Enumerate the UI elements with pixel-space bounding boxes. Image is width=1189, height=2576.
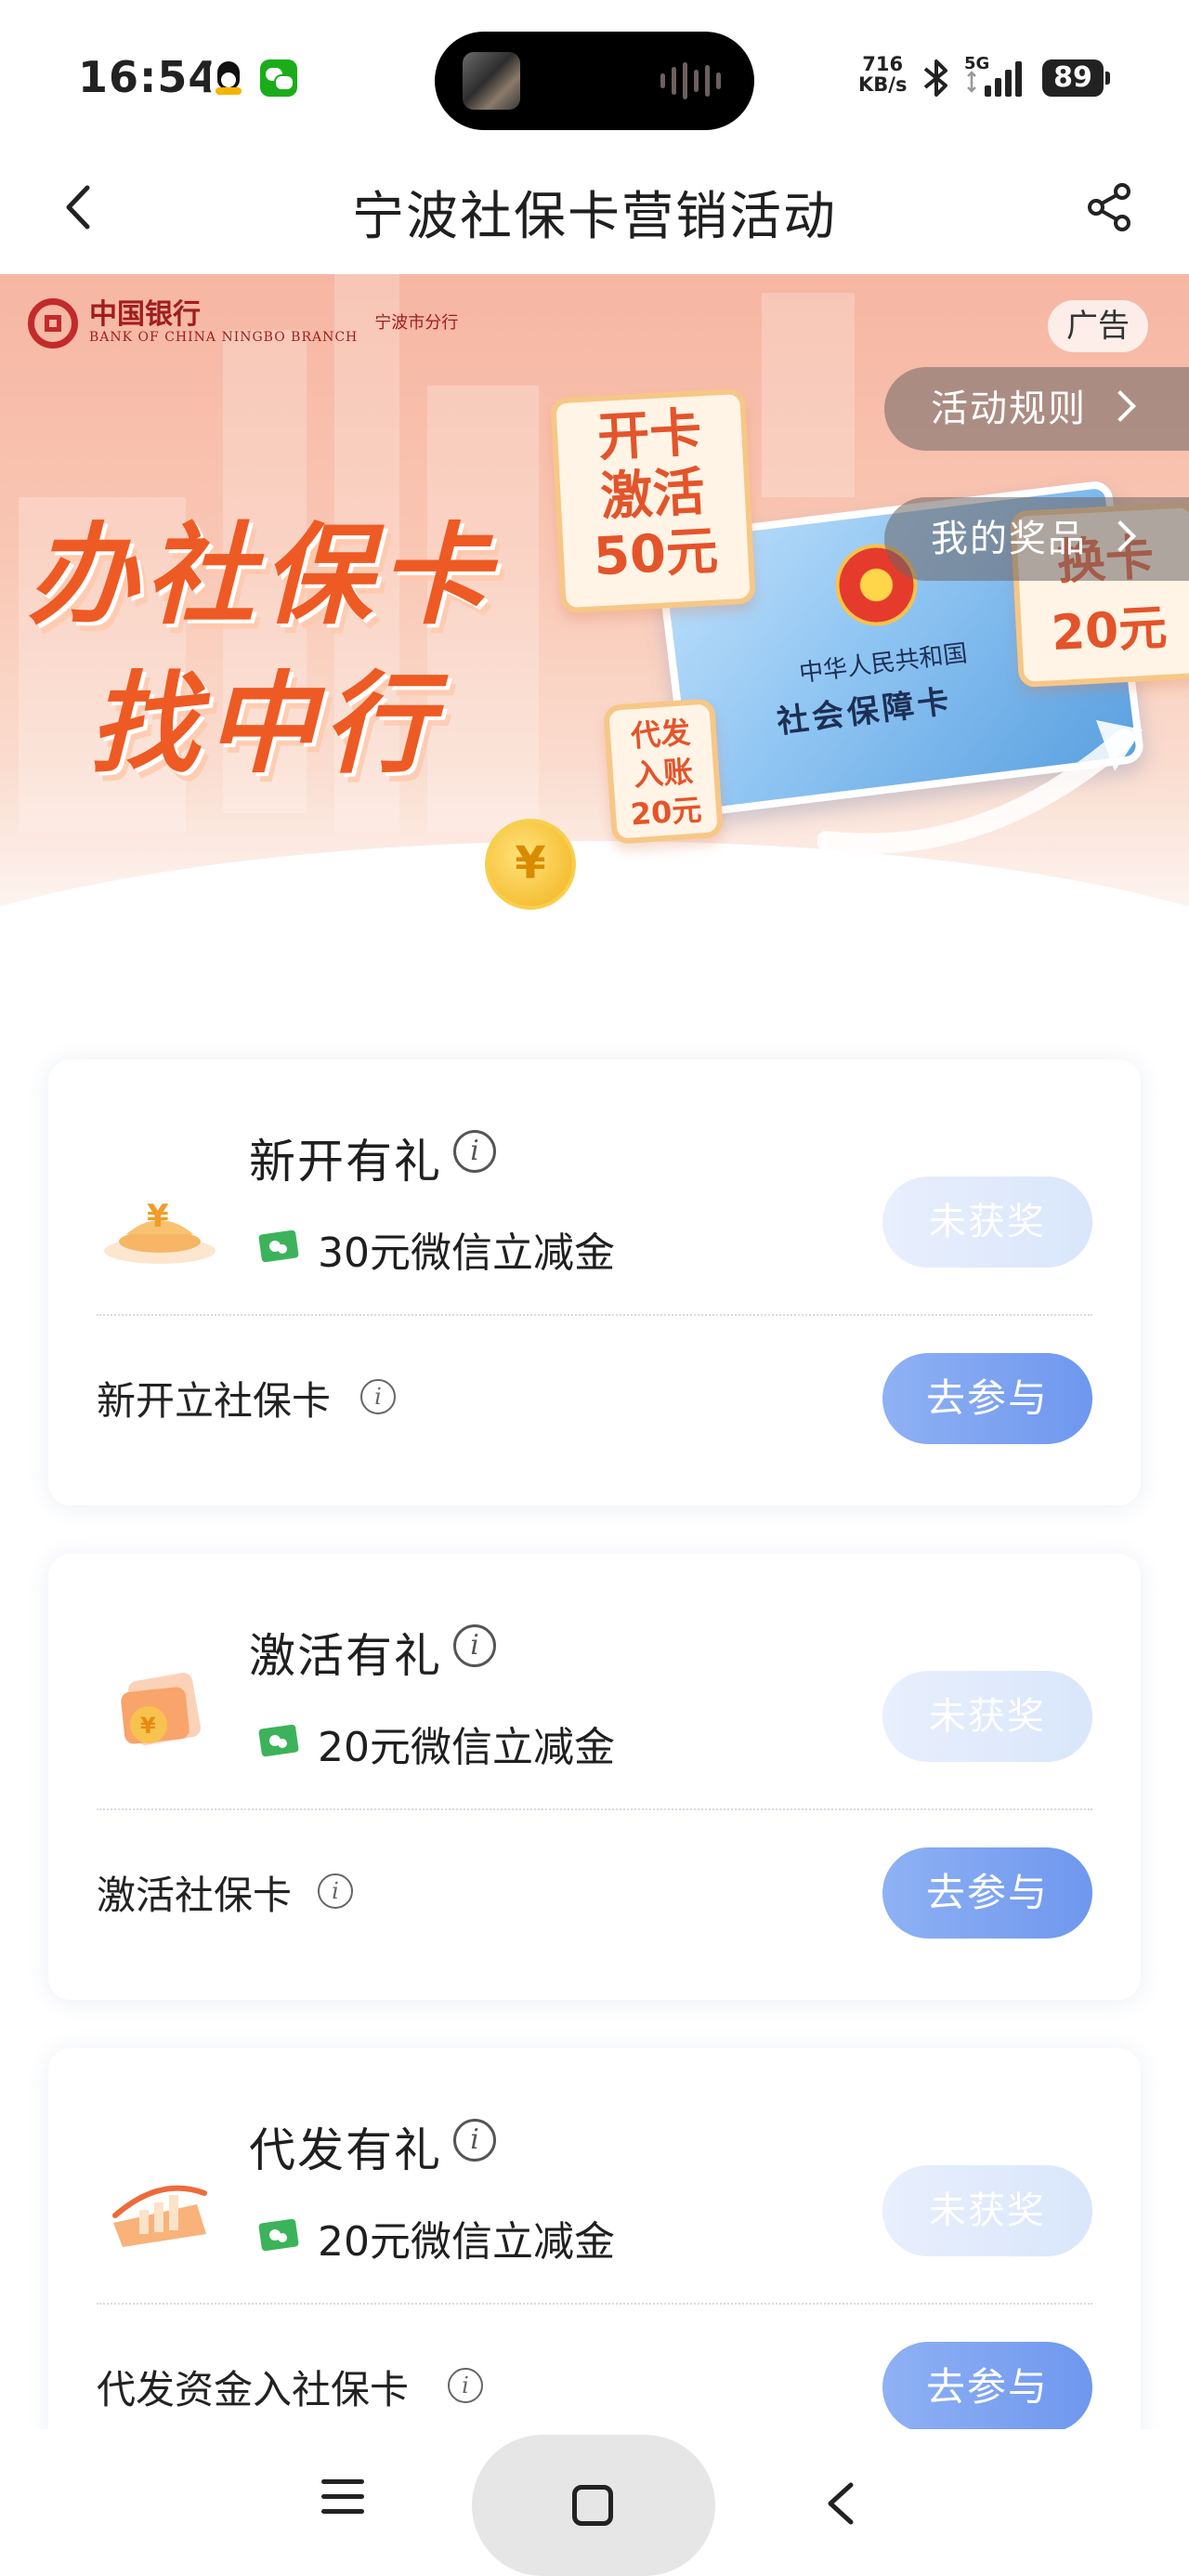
media-thumbnail [463, 52, 520, 110]
network-speed: 716 KB/s [858, 53, 908, 96]
stamp-payroll: 代发 入账 20元 [602, 697, 725, 846]
divider [97, 2303, 1092, 2305]
join-button[interactable]: 去参与 [882, 2342, 1092, 2433]
menu-icon[interactable] [321, 2476, 373, 2522]
svg-text:¥: ¥ [147, 1198, 169, 1235]
bank-branch: 宁波市分行 [374, 313, 459, 333]
not-won-badge: 未获奖 [882, 1671, 1092, 1762]
status-bar: 16:54 716 KB/s 5G 89 [0, 0, 1189, 149]
not-won-badge: 未获奖 [882, 1176, 1092, 1268]
bluetooth-icon [923, 59, 947, 97]
battery-icon: 89 [1042, 59, 1110, 97]
my-prizes-button[interactable]: 我的奖品 [884, 497, 1189, 581]
not-won-badge: 未获奖 [882, 2165, 1092, 2256]
page-title: 宁波社保卡营销活动 [352, 187, 837, 247]
home-button[interactable] [472, 2435, 715, 2576]
card-title: 新开有礼 [249, 1135, 442, 1189]
task-label: 激活社保卡 [97, 1873, 293, 1918]
chevron-right-icon [1104, 520, 1136, 552]
audio-wave-icon [660, 62, 721, 99]
back-icon[interactable] [817, 2477, 864, 2530]
divider [97, 1314, 1092, 1316]
join-button[interactable]: 去参与 [882, 1353, 1092, 1444]
card-coin-icon: ¥ [121, 1673, 201, 1745]
reward-card-new-account: ¥ 新开有礼 i 30元微信立减金 未获奖 新开立社保卡 i 去参与 [48, 1059, 1141, 1505]
arrow-swoosh-icon [817, 720, 1143, 854]
wechat-icon [260, 59, 297, 97]
join-button[interactable]: 去参与 [882, 1847, 1092, 1939]
card-title: 代发有礼 [249, 2123, 442, 2177]
task-label: 代发资金入社保卡 [97, 2367, 410, 2412]
signal-icon: 5G [964, 54, 1022, 97]
reward-text: 30元微信立减金 [318, 1229, 615, 1277]
reward-text: 20元微信立减金 [318, 1724, 615, 1771]
banner-building [762, 293, 855, 497]
wechat-voucher-icon [258, 1229, 299, 1263]
growth-chart-icon [112, 2185, 207, 2247]
slogan-line2: 找中行 [89, 660, 441, 788]
activity-rules-button[interactable]: 活动规则 [884, 367, 1189, 451]
ad-badge: 广告 [1048, 300, 1148, 352]
slogan-line1: 办社保卡 [28, 511, 497, 639]
banner-curve [0, 841, 1189, 976]
info-icon[interactable]: i [318, 1873, 353, 1909]
gold-ingot-icon: ¥ [104, 1198, 216, 1264]
promo-banner[interactable]: 中国银行 BANK OF CHINA NINGBO BRANCH 宁波市分行 广… [0, 274, 1189, 976]
chevron-right-icon [1104, 390, 1136, 422]
info-icon[interactable]: i [448, 2368, 483, 2403]
info-icon[interactable]: i [360, 1379, 396, 1414]
info-icon[interactable]: i [453, 1624, 496, 1667]
coin-icon: ¥ [485, 819, 576, 910]
wechat-voucher-icon [258, 2218, 299, 2252]
reward-text: 20元微信立减金 [318, 2218, 615, 2266]
wechat-voucher-icon [258, 1724, 299, 1757]
divider [97, 1808, 1092, 1810]
bank-logo: 中国银行 BANK OF CHINA NINGBO BRANCH 宁波市分行 [28, 298, 458, 348]
system-nav-bar [0, 2429, 1189, 2576]
nav-bar: 宁波社保卡营销活动 [0, 149, 1189, 274]
home-icon [572, 2485, 613, 2526]
dynamic-island[interactable] [435, 32, 754, 130]
svg-text:5G: 5G [964, 54, 989, 73]
share-icon[interactable] [1079, 177, 1141, 238]
svg-text:¥: ¥ [140, 1713, 156, 1739]
reward-card-activation: ¥ 激活有礼 i 20元微信立减金 未获奖 激活社保卡 i 去参与 [48, 1554, 1141, 2000]
qq-icon [210, 59, 247, 97]
boc-logo-icon [28, 298, 78, 348]
task-label: 新开立社保卡 [97, 1378, 332, 1424]
status-time: 16:54 [78, 52, 219, 102]
info-icon[interactable]: i [453, 2119, 496, 2162]
info-icon[interactable]: i [453, 1130, 496, 1173]
reward-card-payroll: 代发有礼 i 20元微信立减金 未获奖 代发资金入社保卡 i 去参与 [48, 2048, 1141, 2494]
card-title: 激活有礼 [249, 1629, 442, 1683]
stamp-open-activate: 开卡 激活 50元 [550, 388, 756, 614]
